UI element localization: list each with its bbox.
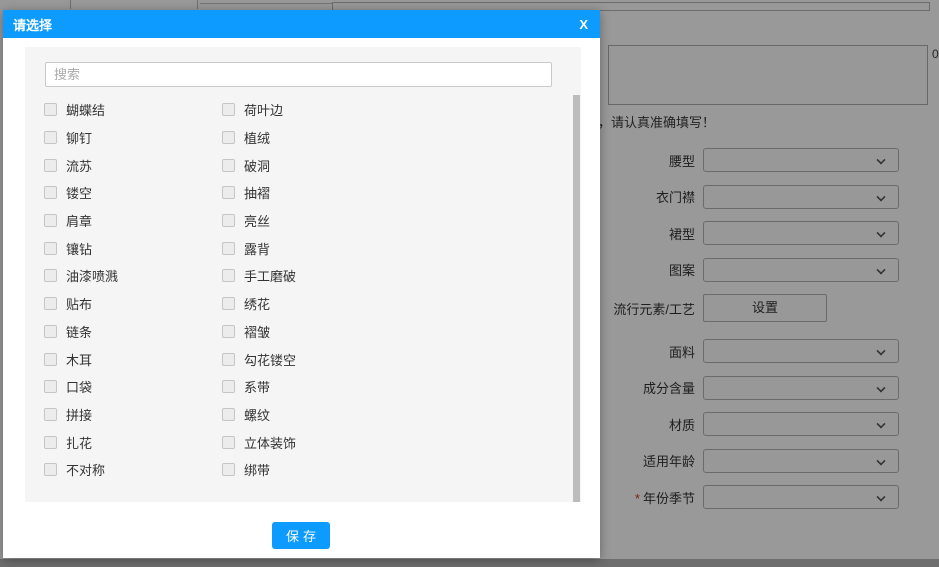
option-item[interactable]: 贴布 (44, 294, 222, 313)
option-label: 肩章 (66, 214, 93, 230)
checkbox[interactable] (222, 214, 235, 228)
option-label: 勾花镂空 (244, 352, 297, 368)
scrollbar[interactable] (573, 95, 580, 502)
option-label: 螺纹 (244, 407, 271, 423)
checkbox[interactable] (222, 241, 235, 255)
checkbox[interactable] (222, 131, 235, 145)
checkbox[interactable] (222, 407, 235, 421)
checkbox[interactable] (44, 158, 57, 172)
option-label: 抽褶 (244, 186, 271, 202)
option-label: 扎花 (66, 435, 93, 451)
option-label: 露背 (244, 241, 271, 257)
scrollbar-thumb[interactable] (573, 95, 580, 502)
checkbox[interactable] (222, 380, 235, 394)
option-item[interactable]: 不对称 (44, 460, 222, 479)
checkbox[interactable] (44, 131, 57, 145)
option-item[interactable]: 蝴蝶结 (44, 100, 222, 119)
option-label: 绣花 (244, 297, 271, 313)
option-item[interactable]: 铆钉 (44, 128, 222, 147)
option-item[interactable]: 抽褶 (222, 183, 554, 202)
checkbox[interactable] (222, 352, 235, 366)
checkbox[interactable] (222, 435, 235, 449)
option-item[interactable]: 螺纹 (222, 405, 554, 424)
option-label: 绑带 (244, 463, 271, 479)
option-item[interactable]: 木耳 (44, 350, 222, 369)
option-label: 贴布 (66, 297, 93, 313)
checkbox[interactable] (222, 269, 235, 283)
checkbox[interactable] (44, 297, 57, 311)
checkbox[interactable] (222, 324, 235, 338)
checkbox[interactable] (44, 324, 57, 338)
checkbox[interactable] (44, 380, 57, 394)
option-label: 褶皱 (244, 324, 271, 340)
checkbox[interactable] (44, 241, 57, 255)
option-item[interactable]: 手工磨破 (222, 266, 554, 285)
option-item[interactable]: 绑带 (222, 460, 554, 479)
checkbox[interactable] (44, 214, 57, 228)
search-input[interactable] (45, 62, 552, 87)
option-item[interactable]: 露背 (222, 239, 554, 258)
checkbox[interactable] (44, 103, 57, 117)
option-item[interactable]: 口袋 (44, 377, 222, 396)
checkbox[interactable] (44, 435, 57, 449)
option-item[interactable]: 镂空 (44, 183, 222, 202)
checkbox[interactable] (222, 103, 235, 117)
option-label: 荷叶边 (244, 103, 284, 119)
option-item[interactable]: 系带 (222, 377, 554, 396)
option-label: 油漆喷溅 (66, 269, 119, 285)
dialog-title: 请选择 (13, 17, 53, 33)
option-label: 系带 (244, 380, 271, 396)
option-label: 木耳 (66, 352, 93, 368)
checkbox[interactable] (222, 297, 235, 311)
option-item[interactable]: 立体装饰 (222, 433, 554, 452)
option-label: 植绒 (244, 131, 271, 147)
option-label: 亮丝 (244, 214, 271, 230)
option-item[interactable]: 亮丝 (222, 211, 554, 230)
options-panel: 蝴蝶结 荷叶边 铆钉 植绒 流苏 (25, 47, 581, 502)
checkbox[interactable] (44, 269, 57, 283)
option-item[interactable]: 流苏 (44, 156, 222, 175)
save-button[interactable]: 保存 (272, 522, 330, 549)
option-item[interactable]: 扎花 (44, 433, 222, 452)
checkbox[interactable] (44, 186, 57, 200)
close-icon[interactable]: X (579, 18, 588, 31)
option-label: 拼接 (66, 407, 93, 423)
checkbox[interactable] (222, 186, 235, 200)
dialog-titlebar: 请选择 X (3, 10, 600, 38)
option-label: 镂空 (66, 186, 93, 202)
checkbox[interactable] (44, 463, 57, 477)
select-dialog: 请选择 X 蝴蝶结 荷叶边 铆钉 (3, 10, 600, 558)
option-label: 流苏 (66, 158, 93, 174)
option-label: 立体装饰 (244, 435, 297, 451)
option-label: 手工磨破 (244, 269, 297, 285)
checkbox[interactable] (222, 158, 235, 172)
checkbox[interactable] (44, 352, 57, 366)
checkbox[interactable] (222, 463, 235, 477)
option-label: 不对称 (66, 463, 106, 479)
option-label: 镶钻 (66, 241, 93, 257)
option-item[interactable]: 植绒 (222, 128, 554, 147)
option-item[interactable]: 勾花镂空 (222, 350, 554, 369)
option-item[interactable]: 荷叶边 (222, 100, 554, 119)
option-label: 破洞 (244, 158, 271, 174)
checkbox[interactable] (44, 407, 57, 421)
option-item[interactable]: 拼接 (44, 405, 222, 424)
option-label: 铆钉 (66, 131, 93, 147)
option-item[interactable]: 肩章 (44, 211, 222, 230)
option-label: 口袋 (66, 380, 93, 396)
option-item[interactable]: 油漆喷溅 (44, 266, 222, 285)
option-label: 链条 (66, 324, 93, 340)
options-grid: 蝴蝶结 荷叶边 铆钉 植绒 流苏 破洞 镂空 抽褶 肩章 亮丝 镶钻 露背 油漆… (44, 96, 554, 484)
option-item[interactable]: 绣花 (222, 294, 554, 313)
option-label: 蝴蝶结 (66, 103, 106, 119)
option-item[interactable]: 褶皱 (222, 322, 554, 341)
option-item[interactable]: 破洞 (222, 156, 554, 175)
option-item[interactable]: 链条 (44, 322, 222, 341)
option-item[interactable]: 镶钻 (44, 239, 222, 258)
